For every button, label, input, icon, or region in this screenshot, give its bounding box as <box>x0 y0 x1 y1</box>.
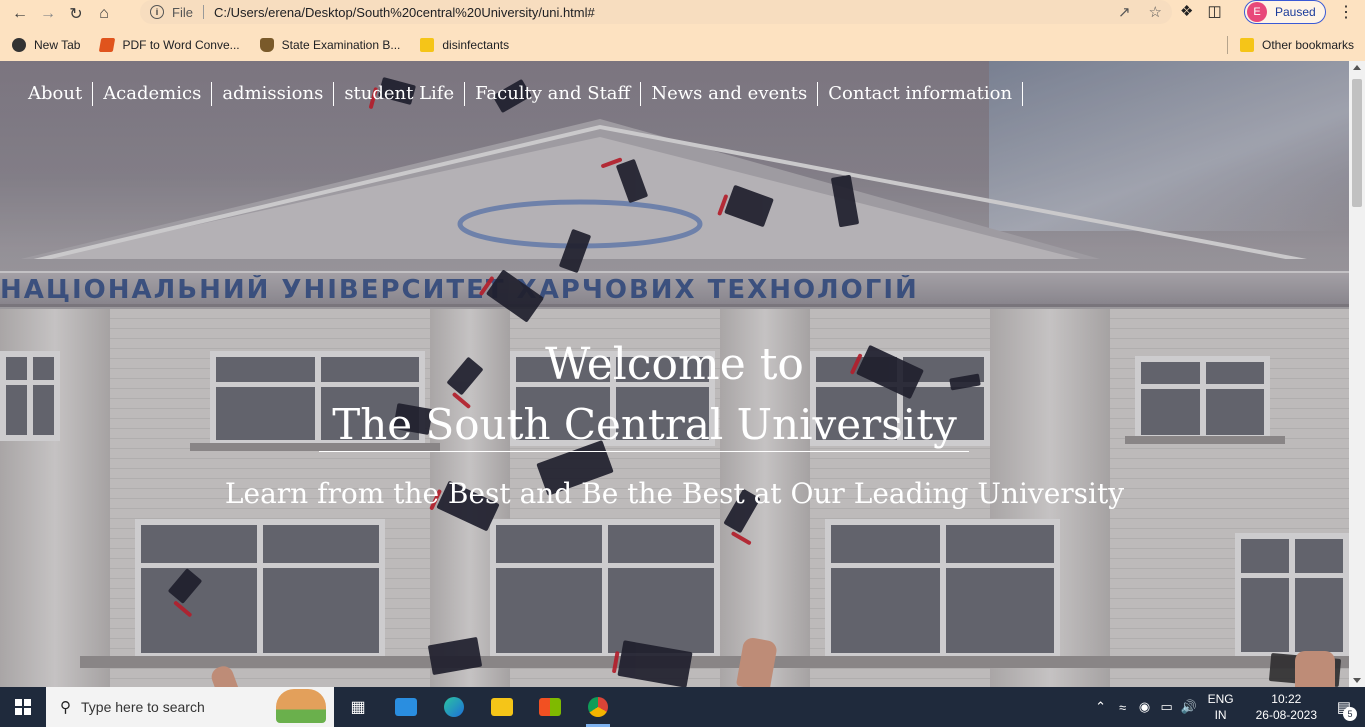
nav-link-academics[interactable]: Academics <box>93 82 213 106</box>
share-icon[interactable]: ↗ <box>1118 3 1131 21</box>
hero-title-line2: The South Central University <box>332 400 957 449</box>
clock-date: 26-08-2023 <box>1255 708 1317 722</box>
bookmark-label: disinfectants <box>442 37 510 52</box>
bookmark-label: New Tab <box>34 37 81 52</box>
clock[interactable]: 10:22 26-08-2023 <box>1256 691 1317 723</box>
search-highlight-image <box>276 689 326 723</box>
folder-icon <box>420 37 435 52</box>
site-navigation: About Academics admissions student Life … <box>18 82 1024 106</box>
taskbar-search[interactable]: ⚲ Type here to search <box>46 687 334 727</box>
bookmark-label: PDF to Word Conve... <box>122 37 240 52</box>
hero-title-line1: Welcome to <box>545 339 804 390</box>
file-label: File <box>172 4 193 20</box>
address-separator <box>202 5 204 19</box>
avatar: E <box>1247 2 1267 22</box>
nav-link-admissions[interactable]: admissions <box>212 82 335 106</box>
region-code: IN <box>1214 708 1227 722</box>
wifi-icon[interactable]: ≈ <box>1112 700 1134 715</box>
file-explorer-icon[interactable] <box>478 687 526 727</box>
language-code: ENG <box>1207 692 1234 706</box>
battery-icon[interactable]: ▭ <box>1156 699 1178 715</box>
hero-subtitle: Learn from the Best and Be the Best at O… <box>224 477 1125 510</box>
scroll-thumb[interactable] <box>1352 79 1362 207</box>
browser-toolbar: ← → ↻ ⌂ i File C:/Users/erena/Desktop/So… <box>0 0 1365 28</box>
search-placeholder: Type here to search <box>81 699 205 715</box>
clock-time: 10:22 <box>1271 692 1302 706</box>
emblem-icon <box>259 37 274 52</box>
globe-icon <box>12 37 26 52</box>
system-tray: ⌃ ≈ ◉ ▭ 🔊 ENG IN 10:22 26-08-2023 ▤ 5 <box>1090 687 1365 727</box>
windows-taskbar: ⚲ Type here to search ▦ ⌃ ≈ ◉ ▭ 🔊 ENG IN… <box>0 687 1365 727</box>
back-arrow-icon[interactable]: ← <box>6 2 34 26</box>
notification-center-icon[interactable]: ▤ 5 <box>1329 692 1359 722</box>
store-icon[interactable] <box>526 687 574 727</box>
bookmarks-divider <box>1227 36 1228 54</box>
menu-dots-icon[interactable]: ⋮ <box>1338 2 1354 22</box>
bookmark-label: Other bookmarks <box>1262 37 1355 52</box>
side-panel-icon[interactable]: ◫ <box>1207 2 1221 20</box>
bookmark-label: State Examination B... <box>281 37 401 52</box>
nav-link-news-and-events[interactable]: News and events <box>641 82 819 106</box>
nav-link-faculty-and-staff[interactable]: Faculty and Staff <box>465 82 642 106</box>
meet-icon[interactable]: ◉ <box>1134 699 1156 715</box>
puzzle-icon[interactable]: ❖ <box>1180 2 1193 20</box>
nav-link-contact-information[interactable]: Contact information <box>818 82 1024 106</box>
page-viewport: НАЦІОНАЛЬНИЙ УНІВЕРСИТЕТ ХАРЧОВИХ ТЕХНОЛ… <box>0 61 1349 687</box>
profile-button[interactable]: E Paused <box>1244 0 1326 24</box>
task-view-icon[interactable]: ▦ <box>334 687 382 727</box>
reload-icon[interactable]: ↻ <box>62 2 90 26</box>
bookmark-other[interactable]: Other bookmarks <box>1240 37 1355 52</box>
edge-icon[interactable] <box>430 687 478 727</box>
language-indicator[interactable]: ENG IN <box>1208 691 1234 723</box>
chrome-icon[interactable] <box>574 687 622 727</box>
folder-icon <box>1240 37 1254 52</box>
bookmarks-bar: New Tab PDF to Word Conve... State Exami… <box>0 28 1365 61</box>
bookmark-state-examination[interactable]: State Examination B... <box>259 37 401 52</box>
start-button[interactable] <box>0 687 46 727</box>
hero-divider <box>319 451 969 452</box>
bookmark-pdf-to-word[interactable]: PDF to Word Conve... <box>99 37 240 52</box>
volume-icon[interactable]: 🔊 <box>1178 699 1200 715</box>
nav-link-student-life[interactable]: student Life <box>334 82 466 106</box>
forward-arrow-icon[interactable]: → <box>34 2 62 26</box>
windows-logo-icon <box>15 699 31 715</box>
search-icon: ⚲ <box>60 699 71 716</box>
page-scrollbar[interactable] <box>1349 61 1365 687</box>
pdf-icon <box>99 37 116 52</box>
mail-icon[interactable] <box>382 687 430 727</box>
bookmark-new-tab[interactable]: New Tab <box>12 37 81 52</box>
nav-link-about[interactable]: About <box>18 82 94 106</box>
scroll-up-arrow-icon[interactable] <box>1353 65 1361 70</box>
home-icon[interactable]: ⌂ <box>90 2 118 26</box>
url-text[interactable]: C:/Users/erena/Desktop/South%20central%2… <box>214 5 595 20</box>
info-icon[interactable]: i <box>150 5 164 19</box>
chevron-up-icon[interactable]: ⌃ <box>1090 699 1112 715</box>
profile-status: Paused <box>1275 5 1316 19</box>
star-icon[interactable]: ☆ <box>1149 3 1162 21</box>
bookmark-disinfectants[interactable]: disinfectants <box>420 37 510 52</box>
address-bar[interactable]: i File C:/Users/erena/Desktop/South%20ce… <box>140 0 1172 24</box>
notification-badge: 5 <box>1343 707 1357 721</box>
scroll-down-arrow-icon[interactable] <box>1353 678 1361 683</box>
